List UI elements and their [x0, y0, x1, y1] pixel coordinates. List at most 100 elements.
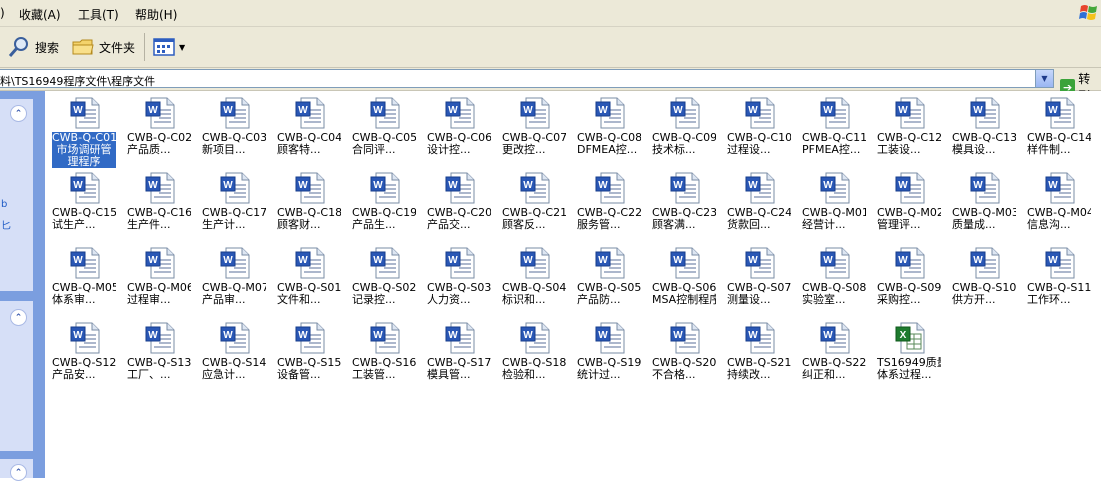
word-file-item[interactable]: W CWB-Q-C11 PFMEA控...: [796, 93, 871, 165]
svg-text:W: W: [523, 330, 533, 341]
task-link[interactable]: 匕: [1, 217, 11, 232]
word-file-item[interactable]: W CWB-Q-S12 产品安...: [46, 318, 121, 390]
word-file-item[interactable]: W CWB-Q-M02 管理评...: [871, 168, 946, 240]
word-document-icon: W: [295, 172, 325, 204]
search-icon: [8, 37, 28, 57]
word-file-item[interactable]: W CWB-Q-C14 样件制...: [1021, 93, 1096, 165]
menu-item-tools[interactable]: 工具(T): [78, 6, 119, 23]
file-list-view[interactable]: W CWB-Q-C01 市场调研管 理程序 W CWB-Q-C02 产品质... W …: [45, 91, 1101, 478]
search-button[interactable]: 搜索: [8, 36, 59, 58]
word-file-item[interactable]: W CWB-Q-S09 采购控...: [871, 243, 946, 315]
word-document-icon: W: [70, 97, 100, 129]
file-name-label: CWB-Q-S20 不合格...: [652, 357, 716, 381]
word-file-item[interactable]: W CWB-Q-S07 测量设...: [721, 243, 796, 315]
file-name-line: 生产计...: [202, 218, 246, 231]
word-file-item[interactable]: W CWB-Q-C15 试生产...: [46, 168, 121, 240]
svg-text:W: W: [748, 255, 758, 266]
word-file-item[interactable]: W CWB-Q-S02 记录控...: [346, 243, 421, 315]
word-document-icon: W: [445, 247, 475, 279]
excel-file-item[interactable]: X TS16949质量 体系过程...: [871, 318, 946, 390]
word-file-item[interactable]: W CWB-Q-C07 更改控...: [496, 93, 571, 165]
word-file-item[interactable]: W CWB-Q-C24 货款回...: [721, 168, 796, 240]
word-file-item[interactable]: W CWB-Q-C02 产品质...: [121, 93, 196, 165]
address-dropdown-button[interactable]: ▼: [1035, 70, 1053, 87]
word-file-item[interactable]: W CWB-Q-S22 纠正和...: [796, 318, 871, 390]
word-file-item[interactable]: W CWB-Q-C08 DFMEA控...: [571, 93, 646, 165]
views-icon: [153, 38, 175, 56]
collapse-section-button[interactable]: ⌃: [10, 309, 27, 326]
svg-text:W: W: [823, 180, 833, 191]
word-file-item[interactable]: W CWB-Q-C18 顾客财...: [271, 168, 346, 240]
word-file-item[interactable]: W CWB-Q-C10 过程设...: [721, 93, 796, 165]
svg-text:W: W: [1048, 255, 1058, 266]
word-file-item[interactable]: W CWB-Q-M03 质量成...: [946, 168, 1021, 240]
word-file-item[interactable]: W CWB-Q-C19 产品生...: [346, 168, 421, 240]
word-file-item[interactable]: W CWB-Q-M06 过程审...: [121, 243, 196, 315]
folders-button[interactable]: 文件夹: [72, 36, 135, 58]
file-name-label: CWB-Q-C06 设计控...: [427, 132, 491, 156]
svg-text:W: W: [148, 105, 158, 116]
file-name-label: CWB-Q-C17 生产计...: [202, 207, 266, 231]
word-file-item[interactable]: W CWB-Q-S17 模具管...: [421, 318, 496, 390]
svg-text:W: W: [448, 180, 458, 191]
word-file-item[interactable]: W CWB-Q-S19 统计过...: [571, 318, 646, 390]
file-name-line: 产品审...: [202, 293, 246, 306]
file-name-label: CWB-Q-C20 产品交...: [427, 207, 491, 231]
word-file-item[interactable]: W CWB-Q-S01 文件和...: [271, 243, 346, 315]
svg-text:W: W: [523, 105, 533, 116]
word-file-item[interactable]: W CWB-Q-S21 持续改...: [721, 318, 796, 390]
file-name-line: 体系过程...: [877, 368, 932, 381]
word-document-icon: W: [745, 97, 775, 129]
word-file-item[interactable]: W CWB-Q-C01 市场调研管 理程序: [46, 93, 121, 168]
word-file-item[interactable]: W CWB-Q-S14 应急计...: [196, 318, 271, 390]
collapse-section-button[interactable]: ⌃: [10, 464, 27, 481]
word-file-item[interactable]: W CWB-Q-C04 顾客特...: [271, 93, 346, 165]
menu-item-help[interactable]: 帮助(H): [135, 6, 177, 23]
word-file-item[interactable]: W CWB-Q-C20 产品交...: [421, 168, 496, 240]
word-file-item[interactable]: W CWB-Q-C12 工装设...: [871, 93, 946, 165]
menu-item-view-fragment[interactable]: ): [0, 6, 5, 20]
word-file-item[interactable]: W CWB-Q-S08 实验室...: [796, 243, 871, 315]
word-file-item[interactable]: W CWB-Q-S10 供方开...: [946, 243, 1021, 315]
word-file-item[interactable]: W CWB-Q-C22 服务管...: [571, 168, 646, 240]
word-file-item[interactable]: W CWB-Q-C16 生产件...: [121, 168, 196, 240]
word-document-icon: W: [145, 322, 175, 354]
word-file-item[interactable]: W CWB-Q-S06 MSA控制程序: [646, 243, 721, 315]
word-file-item[interactable]: W CWB-Q-M01 经营计...: [796, 168, 871, 240]
word-file-item[interactable]: W CWB-Q-S20 不合格...: [646, 318, 721, 390]
word-file-item[interactable]: W CWB-Q-S15 设备管...: [271, 318, 346, 390]
file-name-line: 工装管...: [352, 368, 396, 381]
word-file-item[interactable]: W CWB-Q-C03 新项目...: [196, 93, 271, 165]
word-file-item[interactable]: W CWB-Q-C13 模具设...: [946, 93, 1021, 165]
word-file-item[interactable]: W CWB-Q-S11 工作环...: [1021, 243, 1096, 315]
word-file-item[interactable]: W CWB-Q-M05 体系审...: [46, 243, 121, 315]
word-file-item[interactable]: W CWB-Q-C06 设计控...: [421, 93, 496, 165]
menu-item-favorites[interactable]: 收藏(A): [19, 6, 61, 23]
word-file-item[interactable]: W CWB-Q-C17 生产计...: [196, 168, 271, 240]
file-name-line: 实验室...: [802, 293, 846, 306]
file-name-label: CWB-Q-S06 MSA控制程序: [652, 282, 716, 306]
svg-text:W: W: [973, 255, 983, 266]
word-file-item[interactable]: W CWB-Q-S04 标识和...: [496, 243, 571, 315]
word-document-icon: W: [220, 172, 250, 204]
word-document-icon: W: [445, 97, 475, 129]
collapse-section-button[interactable]: ⌃: [10, 105, 27, 122]
task-link[interactable]: b: [1, 199, 7, 210]
address-input[interactable]: 料\TS16949程序文件\程序文件 ▼: [0, 69, 1054, 88]
word-file-item[interactable]: W CWB-Q-C05 合同评...: [346, 93, 421, 165]
word-file-item[interactable]: W CWB-Q-S18 检验和...: [496, 318, 571, 390]
word-document-icon: W: [145, 172, 175, 204]
word-document-icon: W: [970, 97, 1000, 129]
word-file-item[interactable]: W CWB-Q-S16 工装管...: [346, 318, 421, 390]
word-file-item[interactable]: W CWB-Q-C23 顾客满...: [646, 168, 721, 240]
word-file-item[interactable]: W CWB-Q-S05 产品防...: [571, 243, 646, 315]
word-file-item[interactable]: W CWB-Q-M07 产品审...: [196, 243, 271, 315]
word-file-item[interactable]: W CWB-Q-S13 工厂、...: [121, 318, 196, 390]
svg-text:W: W: [73, 255, 83, 266]
word-document-icon: W: [970, 247, 1000, 279]
word-file-item[interactable]: W CWB-Q-C09 技术标...: [646, 93, 721, 165]
word-file-item[interactable]: W CWB-Q-S03 人力资...: [421, 243, 496, 315]
word-file-item[interactable]: W CWB-Q-M04 信息沟...: [1021, 168, 1096, 240]
word-file-item[interactable]: W CWB-Q-C21 顾客反...: [496, 168, 571, 240]
views-button[interactable]: ▼: [153, 36, 185, 58]
